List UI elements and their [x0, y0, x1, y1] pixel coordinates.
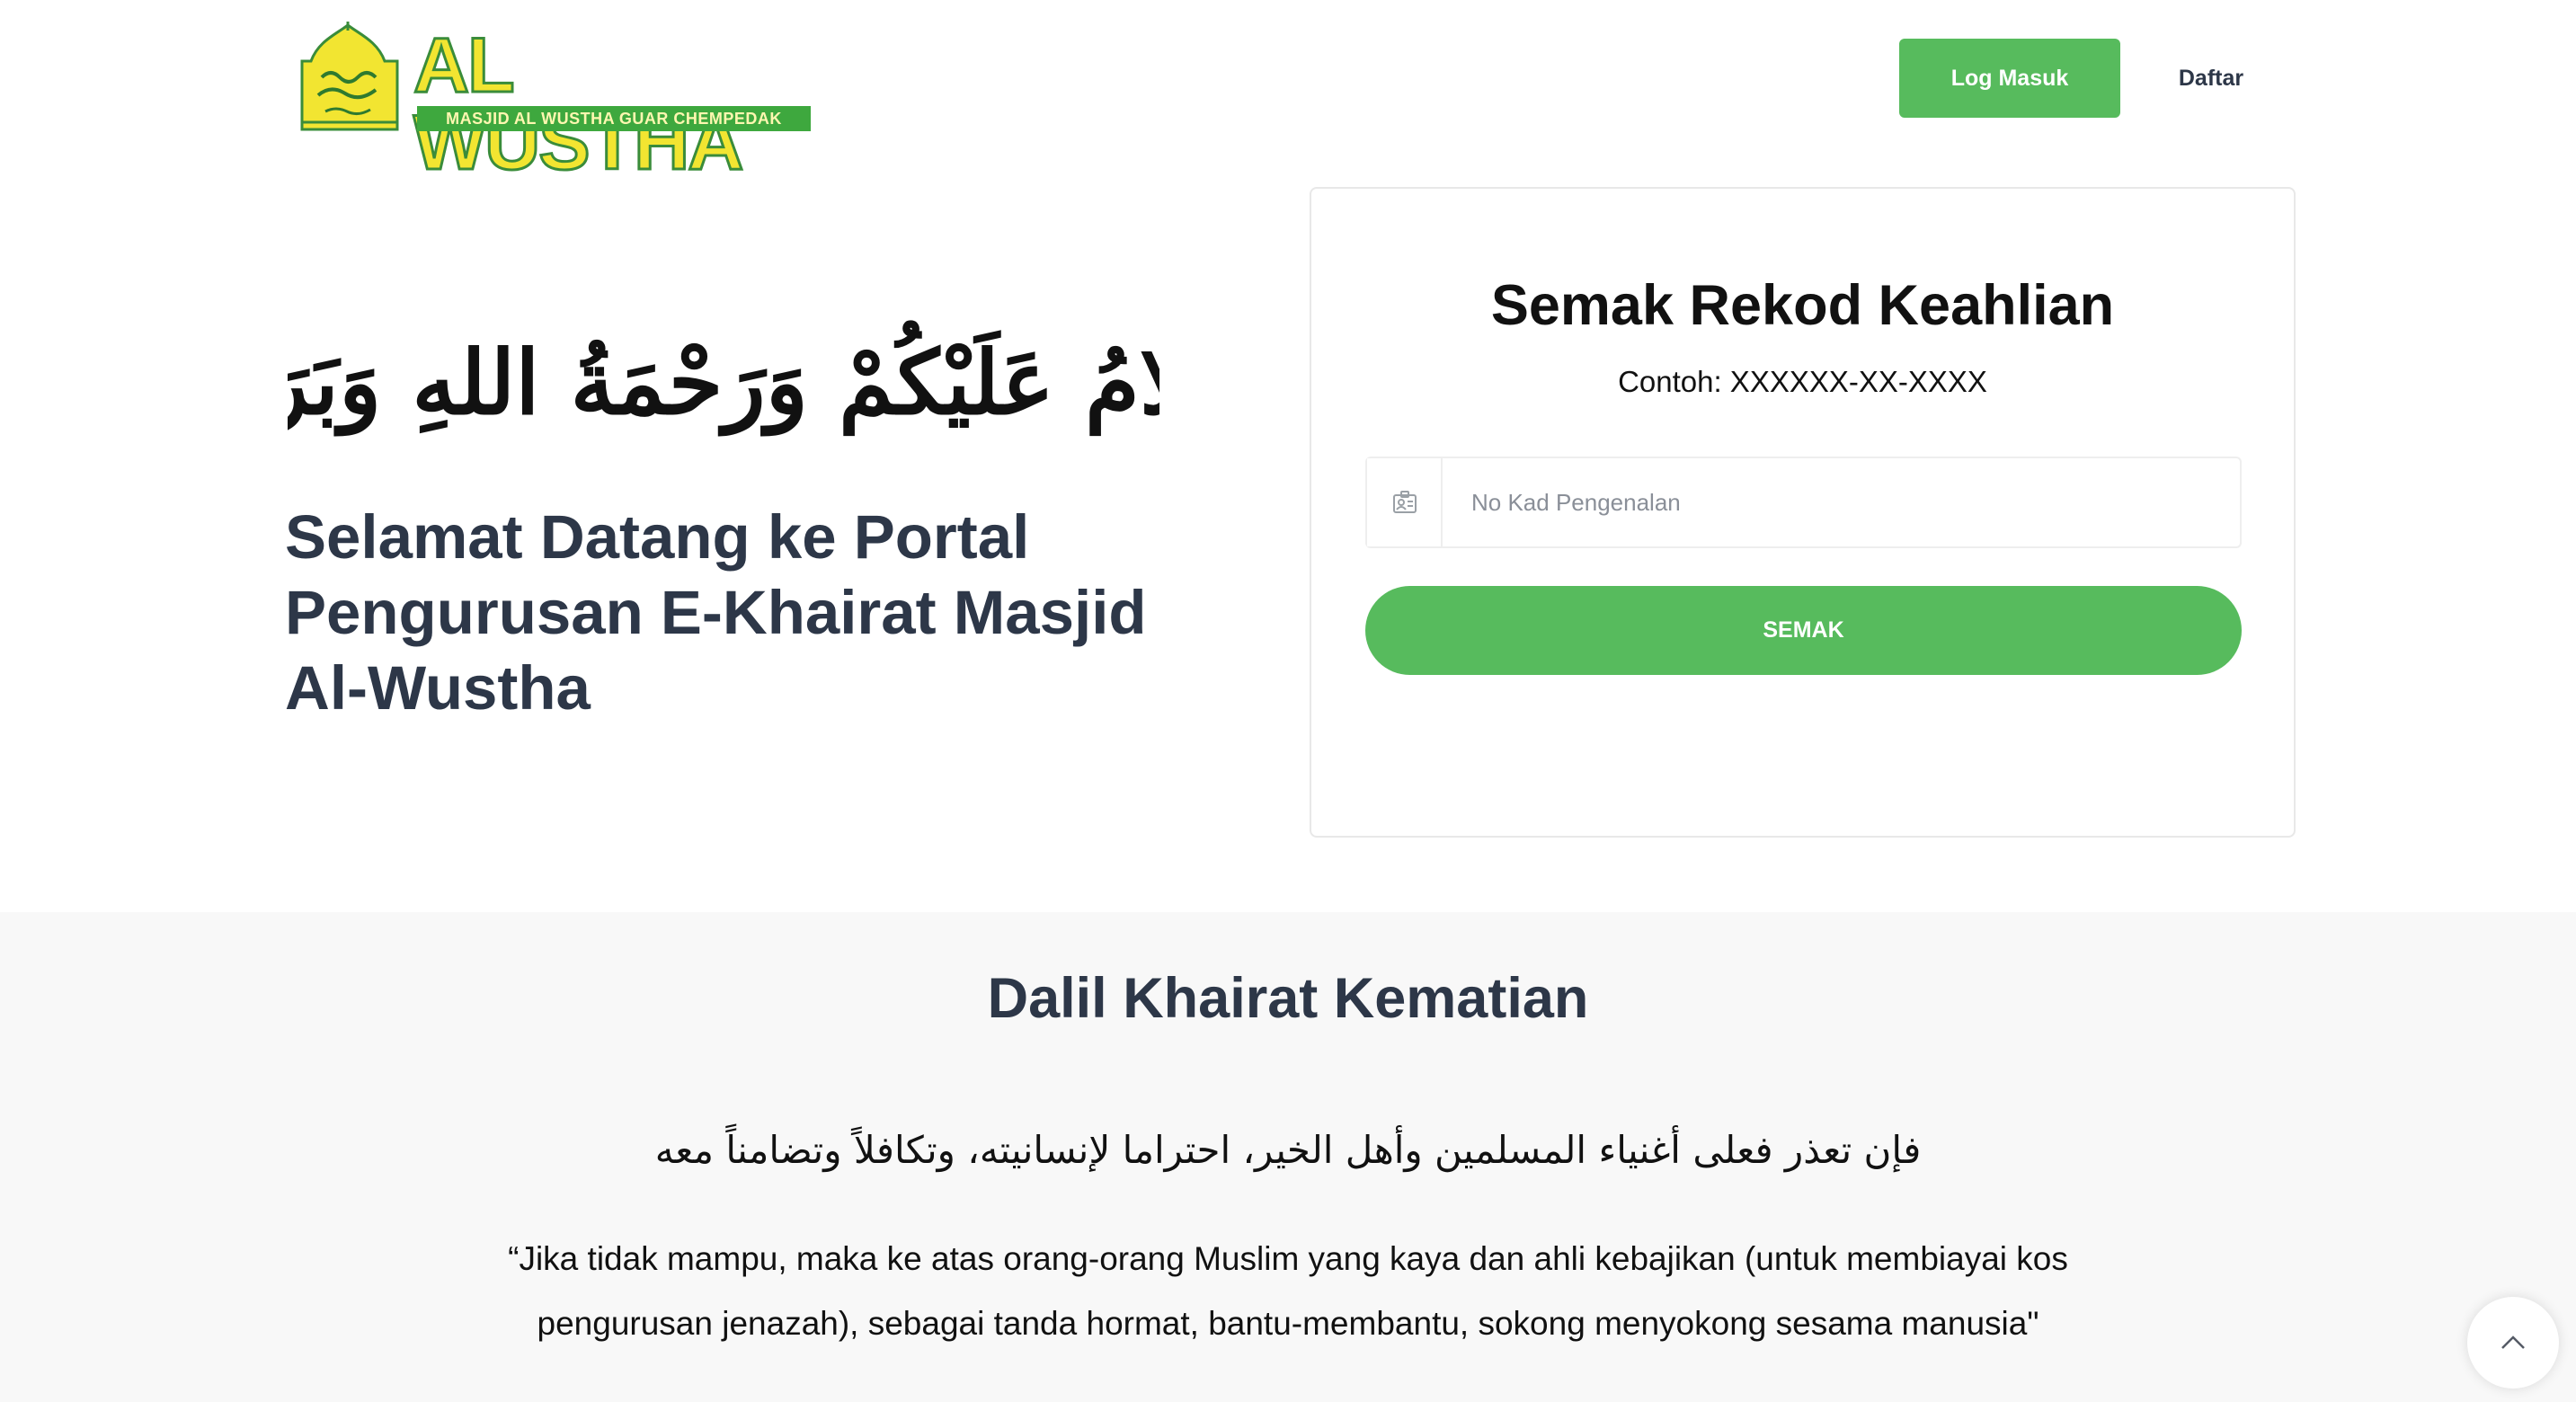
- ic-input-group: [1365, 457, 2242, 548]
- membership-check-card: Semak Rekod Keahlian Contoh: XXXXXX-XX-X…: [1310, 187, 2296, 838]
- site-logo[interactable]: AL WUSTHA MASJID AL WUSTHA GUAR CHEMPEDA…: [291, 22, 813, 183]
- ic-number-input[interactable]: [1444, 458, 2240, 546]
- logo-title: AL WUSTHA: [413, 22, 745, 186]
- section-heading: Dalil Khairat Kematian: [987, 967, 1589, 1030]
- register-link[interactable]: Daftar: [2157, 39, 2265, 118]
- site-header: AL WUSTHA MASJID AL WUSTHA GUAR CHEMPEDA…: [0, 0, 2576, 183]
- chevron-up-icon: [2501, 1335, 2525, 1349]
- login-button[interactable]: Log Masuk: [1899, 39, 2120, 118]
- id-card-icon: [1393, 491, 1417, 513]
- check-button[interactable]: SEMAK: [1365, 586, 2242, 675]
- dalil-arabic-text: فإن تعذر فعلى أغنياء المسلمين وأهل الخير…: [654, 1128, 1922, 1172]
- dalil-translation: “Jika tidak mampu, maka ke atas orang-or…: [508, 1240, 2068, 1342]
- logo-subtitle: MASJID AL WUSTHA GUAR CHEMPEDAK: [417, 106, 811, 131]
- mosque-emblem-icon: [300, 22, 399, 131]
- scroll-to-top-button[interactable]: [2467, 1297, 2559, 1389]
- dalil-section: Dalil Khairat Kematian فإن تعذر فعلى أغن…: [0, 912, 2576, 1402]
- greeting-calligraphy: السَّلَامُ عَلَيْكُمْ وَرَحْمَةُ اللهِ و…: [288, 319, 1159, 437]
- card-title: Semak Rekod Keahlian: [1490, 274, 2115, 337]
- ic-format-example: Contoh: XXXXXX-XX-XXXX: [1618, 365, 1987, 398]
- welcome-heading: Selamat Datang ke Portal Pengurusan E-Kh…: [285, 502, 1147, 723]
- greeting-calligraphy-text: السَّلَامُ عَلَيْكُمْ وَرَحْمَةُ اللهِ و…: [288, 319, 1159, 437]
- input-addon: [1367, 458, 1443, 546]
